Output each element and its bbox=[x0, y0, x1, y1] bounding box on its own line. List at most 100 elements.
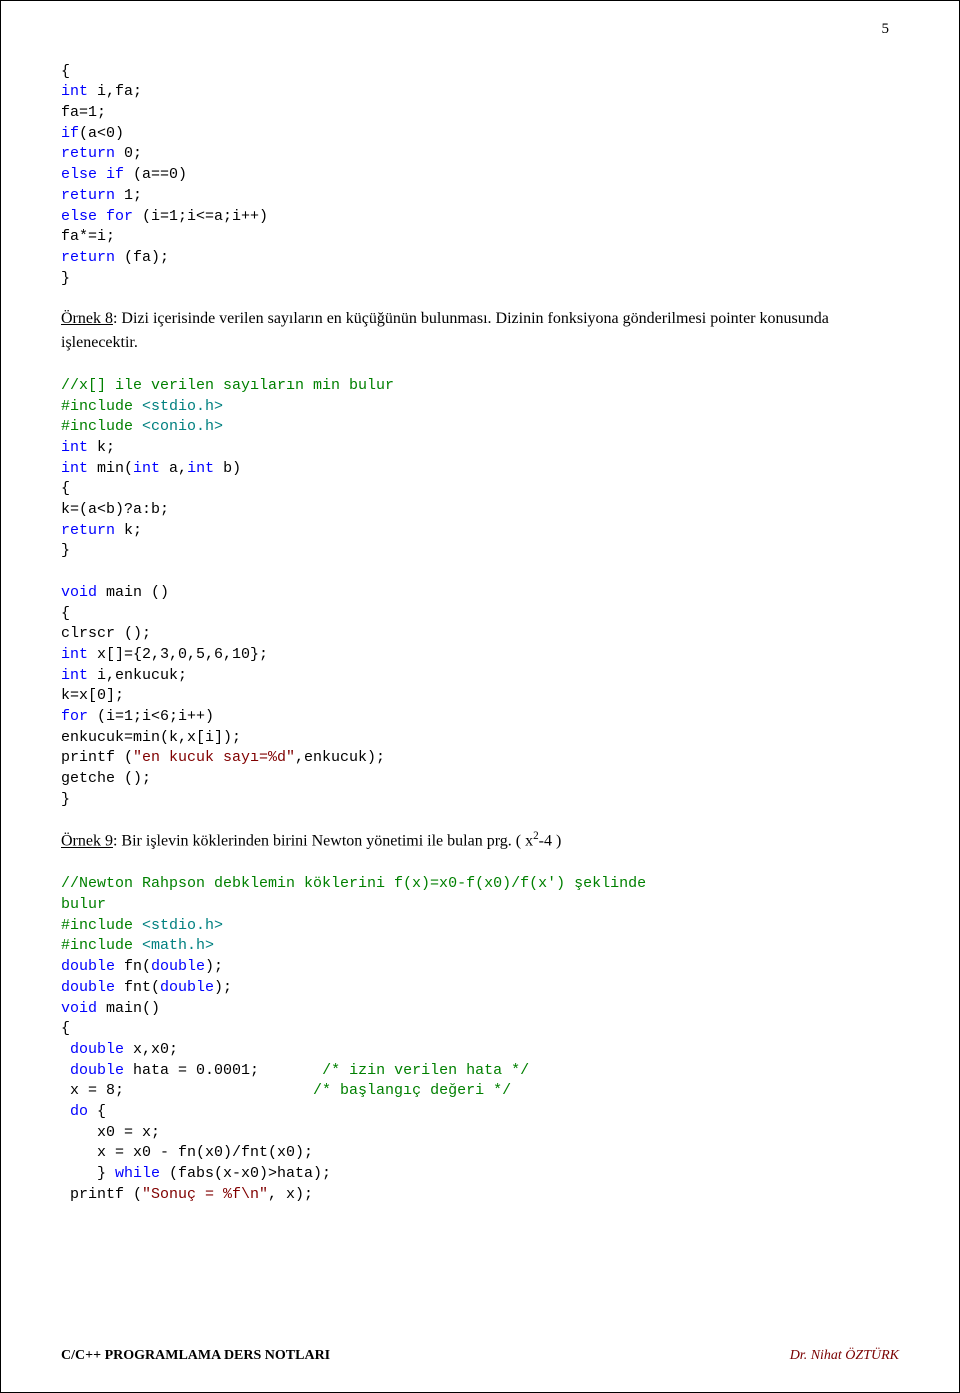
keyword: while bbox=[115, 1165, 160, 1182]
code-text: a, bbox=[160, 460, 187, 477]
code-text: fn( bbox=[115, 958, 151, 975]
keyword: return bbox=[61, 145, 115, 162]
code-text: } bbox=[61, 1165, 115, 1182]
example-label: Örnek 9 bbox=[61, 833, 113, 850]
code-line: x0 = x; bbox=[61, 1124, 160, 1141]
example-label: Örnek 8 bbox=[61, 310, 113, 327]
code-text: printf ( bbox=[61, 1186, 142, 1203]
keyword: int bbox=[61, 460, 88, 477]
include-file: <stdio.h> bbox=[133, 917, 223, 934]
keyword: double bbox=[151, 958, 205, 975]
code-text: (fa); bbox=[115, 249, 169, 266]
keyword: int bbox=[61, 439, 88, 456]
example-text: : Dizi içerisinde verilen sayıların en k… bbox=[61, 310, 829, 351]
keyword: int bbox=[133, 460, 160, 477]
comment: /* başlangıç değeri */ bbox=[313, 1082, 511, 1099]
code-line: x = x0 - fn(x0)/fnt(x0); bbox=[61, 1144, 313, 1161]
code-text: x,x0; bbox=[124, 1041, 178, 1058]
code-line: { bbox=[61, 480, 70, 497]
code-text: min( bbox=[88, 460, 133, 477]
paragraph-example-9: Örnek 9: Bir işlevin köklerinden birini … bbox=[61, 828, 899, 853]
example-text: -4 ) bbox=[539, 833, 562, 850]
document-page: 5 { int i,fa; fa=1; if(a<0) return 0; el… bbox=[0, 0, 960, 1393]
keyword: int bbox=[61, 667, 88, 684]
keyword: int bbox=[61, 646, 88, 663]
code-line: getche (); bbox=[61, 770, 151, 787]
comment: //Newton Rahpson debklemin köklerini f(x… bbox=[61, 875, 646, 892]
keyword: void bbox=[61, 584, 97, 601]
keyword: return bbox=[61, 522, 115, 539]
code-text: (fabs(x-x0)>hata); bbox=[160, 1165, 331, 1182]
paragraph-example-8: Örnek 8: Dizi içerisinde verilen sayılar… bbox=[61, 307, 899, 355]
code-text: 1; bbox=[115, 187, 142, 204]
code-text: printf ( bbox=[61, 749, 133, 766]
comment: /* izin verilen hata */ bbox=[322, 1062, 529, 1079]
keyword: int bbox=[187, 460, 214, 477]
keyword: double bbox=[61, 979, 115, 996]
code-line: fa*=i; bbox=[61, 228, 115, 245]
keyword: double bbox=[61, 1062, 124, 1079]
keyword: do bbox=[61, 1103, 88, 1120]
keyword: void bbox=[61, 1000, 97, 1017]
keyword: double bbox=[61, 958, 115, 975]
keyword: if bbox=[97, 166, 124, 183]
comment: //x[] ile verilen sayıların min bulur bbox=[61, 377, 394, 394]
code-line: enkucuk=min(k,x[i]); bbox=[61, 729, 241, 746]
code-text: main () bbox=[97, 584, 169, 601]
string-literal: "en kucuk sayı=%d" bbox=[133, 749, 295, 766]
code-text: x[]={2,3,0,5,6,10}; bbox=[88, 646, 268, 663]
page-number: 5 bbox=[882, 21, 890, 38]
code-line: } bbox=[61, 542, 70, 559]
footer-right: Dr. Nihat ÖZTÜRK bbox=[790, 1348, 899, 1364]
code-line: fa=1; bbox=[61, 104, 106, 121]
code-text: (i=1;i<6;i++) bbox=[88, 708, 214, 725]
preproc: #include bbox=[61, 398, 133, 415]
code-line: } bbox=[61, 791, 70, 808]
code-text: (a<0) bbox=[79, 125, 124, 142]
code-text: ,enkucuk); bbox=[295, 749, 385, 766]
string-literal: "Sonuç = %f\n" bbox=[142, 1186, 268, 1203]
blank-line bbox=[61, 563, 70, 580]
code-text: main() bbox=[97, 1000, 160, 1017]
preproc: #include bbox=[61, 937, 133, 954]
keyword: for bbox=[61, 708, 88, 725]
code-text: fnt( bbox=[115, 979, 160, 996]
include-file: <stdio.h> bbox=[133, 398, 223, 415]
code-text: ); bbox=[205, 958, 223, 975]
keyword: double bbox=[160, 979, 214, 996]
code-line: k=x[0]; bbox=[61, 687, 124, 704]
keyword: return bbox=[61, 249, 115, 266]
keyword: else bbox=[61, 208, 97, 225]
code-text: { bbox=[88, 1103, 106, 1120]
code-line: k=(a<b)?a:b; bbox=[61, 501, 169, 518]
code-block-1: { int i,fa; fa=1; if(a<0) return 0; else… bbox=[61, 41, 899, 289]
code-text: i,enkucuk; bbox=[88, 667, 187, 684]
code-block-2: //x[] ile verilen sayıların min bulur #i… bbox=[61, 355, 899, 810]
code-text: (i=1;i<=a;i++) bbox=[133, 208, 268, 225]
code-text: 0; bbox=[115, 145, 142, 162]
code-text: hata = 0.0001; bbox=[124, 1062, 322, 1079]
keyword: for bbox=[97, 208, 133, 225]
code-text: (a==0) bbox=[124, 166, 187, 183]
code-text: k; bbox=[115, 522, 142, 539]
code-text: i,fa; bbox=[88, 83, 142, 100]
keyword: if bbox=[61, 125, 79, 142]
preproc: #include bbox=[61, 418, 133, 435]
page-footer: C/C++ PROGRAMLAMA DERS NOTLARI Dr. Nihat… bbox=[61, 1348, 899, 1364]
keyword: else bbox=[61, 166, 97, 183]
code-line: clrscr (); bbox=[61, 625, 151, 642]
code-line: { bbox=[61, 1020, 70, 1037]
include-file: <conio.h> bbox=[133, 418, 223, 435]
example-text: : Bir işlevin köklerinden birini Newton … bbox=[113, 833, 533, 850]
keyword: return bbox=[61, 187, 115, 204]
code-text: k; bbox=[88, 439, 115, 456]
comment: bulur bbox=[61, 896, 106, 913]
code-text: x = 8; bbox=[61, 1082, 313, 1099]
code-text: ); bbox=[214, 979, 232, 996]
code-block-3: //Newton Rahpson debklemin köklerini f(x… bbox=[61, 854, 899, 1206]
keyword: int bbox=[61, 83, 88, 100]
footer-left: C/C++ PROGRAMLAMA DERS NOTLARI bbox=[61, 1348, 330, 1364]
code-line: { bbox=[61, 605, 70, 622]
code-text: , x); bbox=[268, 1186, 313, 1203]
include-file: <math.h> bbox=[133, 937, 214, 954]
